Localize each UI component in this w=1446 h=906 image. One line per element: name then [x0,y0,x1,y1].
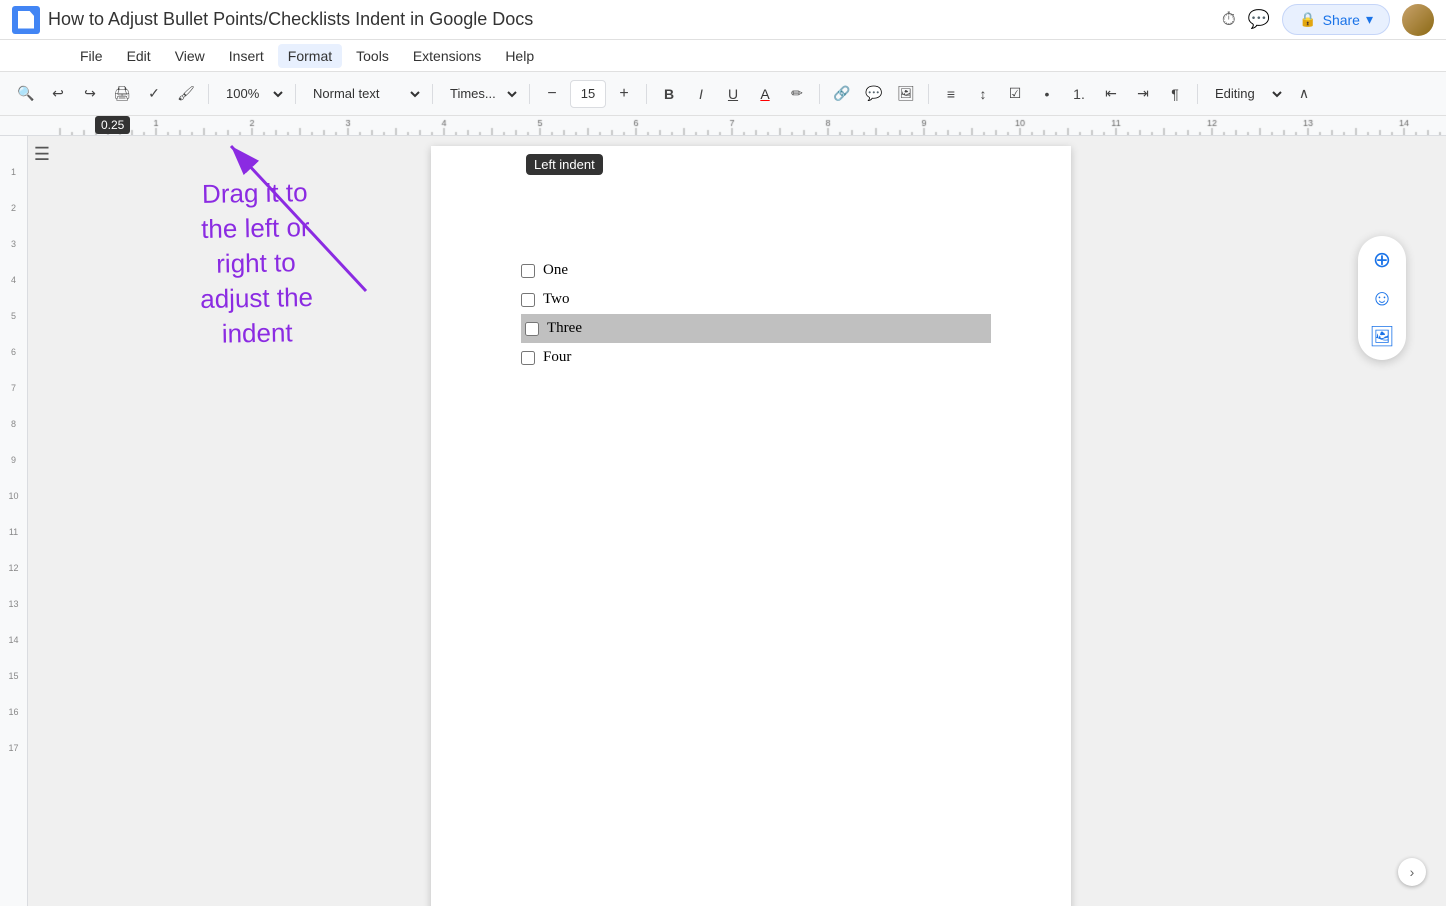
divider-7 [928,84,929,104]
checklist-label-4: Four [543,344,571,371]
menu-tools[interactable]: Tools [346,44,399,68]
main-layout: 1234567891011121314151617 ☰ Drag it toth… [0,136,1446,906]
checkbox-4[interactable] [521,351,535,365]
menu-bar: File Edit View Insert Format Tools Exten… [0,40,1446,72]
checkbox-1[interactable] [521,264,535,278]
left-indent-tooltip: Left indent [526,154,603,175]
font-size-decrease-button[interactable]: − [538,80,566,108]
share-button[interactable]: 🔒 Share ▾ [1282,4,1390,35]
divider-6 [819,84,820,104]
clear-formatting-button[interactable]: ¶ [1161,80,1189,108]
search-button[interactable]: 🔍 [12,80,40,108]
checklist: One Two Three Four [511,256,991,372]
ruler-tooltip: 0.25 [95,116,130,134]
page-wrapper: Left indent One Two Three [56,146,1446,906]
spell-check-button[interactable]: ✓ [140,80,168,108]
numbered-list-button[interactable]: 1. [1065,80,1093,108]
toolbar: 🔍 ↩ ↪ 🖨 ✓ 🖌 100% Normal text Times... − … [0,72,1446,116]
document-title: How to Adjust Bullet Points/Checklists I… [48,9,1214,30]
menu-file[interactable]: File [70,44,113,68]
divider-5 [646,84,647,104]
font-color-button[interactable]: A [751,80,779,108]
zoom-select[interactable]: 100% [217,80,287,108]
font-size-increase-button[interactable]: + [610,80,638,108]
paint-format-button[interactable]: 🖌 [172,80,200,108]
checklist-button[interactable]: ☑ [1001,80,1029,108]
menu-format[interactable]: Format [278,44,342,68]
divider-8 [1197,84,1198,104]
font-size-input[interactable] [570,80,606,108]
redo-button[interactable]: ↪ [76,80,104,108]
divider-3 [432,84,433,104]
underline-button[interactable]: U [719,80,747,108]
outline-icon[interactable]: ☰ [34,144,50,165]
checklist-item-1: One [521,256,991,285]
doc-icon [12,6,40,34]
checklist-label-1: One [543,257,568,284]
content-area: Drag it tothe left orright toadjust thei… [56,136,1446,906]
checklist-item-2: Two [521,285,991,314]
print-button[interactable]: 🖨 [108,80,136,108]
line-spacing-button[interactable]: ↕ [969,80,997,108]
avatar[interactable] [1402,4,1434,36]
float-panel: ⊕ ☺ 🖼 [1358,236,1406,360]
bold-button[interactable]: B [655,80,683,108]
ruler: 0.25 [0,116,1446,136]
lock-icon: 🔒 [1299,11,1316,28]
title-bar: How to Adjust Bullet Points/Checklists I… [0,0,1446,40]
menu-help[interactable]: Help [495,44,544,68]
comments-icon[interactable]: 💬 [1248,9,1270,30]
checklist-item-3: Three [521,314,991,343]
share-label: Share [1323,12,1360,28]
checkbox-3[interactable] [525,322,539,336]
divider-4 [529,84,530,104]
title-icons: ⏱ 💬 🔒 Share ▾ [1222,4,1434,36]
highlight-button[interactable]: ✏ [783,80,811,108]
menu-edit[interactable]: Edit [117,44,161,68]
comment-button[interactable]: 💬 [860,80,888,108]
decrease-indent-button[interactable]: ⇤ [1097,80,1125,108]
image-button[interactable]: 🖼 [892,80,920,108]
menu-extensions[interactable]: Extensions [403,44,491,68]
align-button[interactable]: ≡ [937,80,965,108]
add-content-button[interactable]: ⊕ [1366,244,1398,276]
document-page: Left indent One Two Three [431,146,1071,906]
checklist-label-2: Two [543,286,569,313]
checklist-item-4: Four [521,343,991,372]
link-button[interactable]: 🔗 [828,80,856,108]
checklist-label-3: Three [547,315,582,342]
italic-button[interactable]: I [687,80,715,108]
image-insert-button[interactable]: 🖼 [1366,320,1398,352]
history-icon[interactable]: ⏱ [1222,9,1236,30]
divider-2 [295,84,296,104]
collapse-button[interactable]: ∧ [1290,80,1318,108]
paragraph-style-select[interactable]: Normal text [304,80,424,108]
editing-select[interactable]: Editing [1206,80,1286,108]
outline-area: ☰ [28,136,56,906]
left-number-ruler: 1234567891011121314151617 [0,136,28,906]
share-dropdown-icon: ▾ [1366,11,1373,28]
increase-indent-button[interactable]: ⇥ [1129,80,1157,108]
expand-button[interactable]: › [1398,858,1426,886]
font-select[interactable]: Times... [441,80,521,108]
divider-1 [208,84,209,104]
checkbox-2[interactable] [521,293,535,307]
menu-insert[interactable]: Insert [219,44,274,68]
bullet-list-button[interactable]: • [1033,80,1061,108]
undo-button[interactable]: ↩ [44,80,72,108]
emoji-button[interactable]: ☺ [1366,282,1398,314]
menu-view[interactable]: View [165,44,215,68]
